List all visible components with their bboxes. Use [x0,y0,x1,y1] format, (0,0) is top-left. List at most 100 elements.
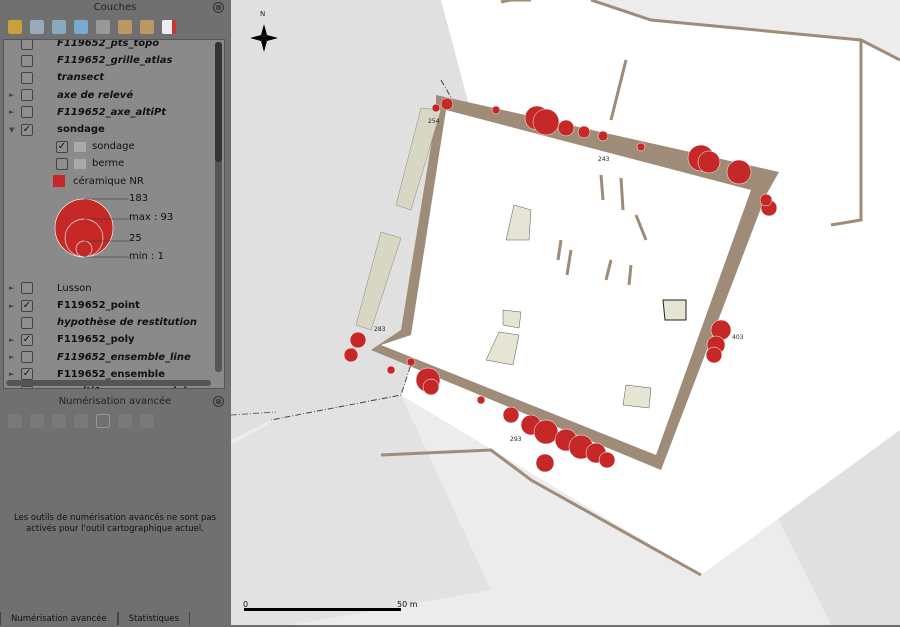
layer-item[interactable]: F119652_grille_atlas [9,52,172,69]
layer-type-icon [39,107,51,117]
legend-value: max : 93 [129,212,174,223]
layer-item[interactable]: ▼ ✓ sondage [9,121,105,138]
expand-arrow-icon[interactable]: ► [9,91,21,99]
layer-tree[interactable]: F119652_pts_topo F119652_grille_atlas tran… [3,39,225,389]
remove-layer-icon[interactable] [162,20,176,34]
layer-type-icon [74,141,86,152]
ceramic-point[interactable] [697,150,721,174]
layer-checkbox[interactable] [21,282,33,295]
tab-statistics[interactable]: Statistiques [117,612,190,625]
construction-icon[interactable] [118,414,132,428]
layer-checkbox[interactable]: ✓ [21,123,33,136]
ceramic-point[interactable] [533,419,559,445]
layer-item[interactable]: transect [9,69,104,86]
collapse-all-icon[interactable] [140,20,154,34]
eye-icon[interactable] [52,20,66,34]
ceramic-point[interactable] [491,105,501,115]
layer-checkbox[interactable]: ✓ [21,299,33,312]
ceramic-point[interactable] [598,451,616,469]
ceramic-point[interactable] [349,331,367,349]
layer-item[interactable]: ► Lusson [9,280,92,297]
legend-value: 183 [129,193,149,204]
layer-type-icon [39,387,51,389]
settings-icon[interactable] [140,414,154,428]
expand-arrow-icon[interactable]: ► [9,336,21,344]
layer-checkbox[interactable] [21,351,33,364]
ceramic-point[interactable] [759,193,773,207]
expand-arrow-icon[interactable]: ► [9,284,21,292]
map-canvas[interactable]: N 254 243 283 403 293 0 50 m [231,0,900,625]
layer-type-icon [39,40,51,49]
layer-item[interactable]: ► ✓ F119652_point [9,297,140,314]
ceramic-point[interactable] [422,378,440,396]
color-swatch [53,175,65,188]
ceramic-point[interactable] [597,130,609,142]
layer-checkbox[interactable] [21,54,33,67]
ceramic-point[interactable] [532,108,560,136]
expand-all-icon[interactable] [118,20,132,34]
expand-arrow-icon[interactable]: ► [9,370,21,378]
add-group-icon[interactable] [30,20,44,34]
ceramic-point[interactable] [476,395,486,405]
style-manager-icon[interactable] [8,20,22,34]
ceramic-point[interactable] [705,346,723,364]
ceramic-point[interactable] [557,119,575,137]
layer-checkbox[interactable]: ✓ [56,140,68,153]
expand-arrow-icon[interactable]: ► [9,388,21,389]
map-label: 254 [428,118,440,125]
ceramic-point[interactable] [502,406,520,424]
horizontal-scrollbar[interactable] [6,380,211,386]
expand-arrow-icon[interactable]: ▼ [9,126,21,134]
tab-advanced-digitizing[interactable]: Numérisation avancée [0,612,118,625]
layer-checkbox[interactable]: ✓ [21,368,33,381]
ceramic-point[interactable] [636,142,646,152]
size-legend: 183 max : 93 25 min : 1 [54,193,224,265]
layer-checkbox[interactable]: ✓ [21,333,33,346]
layer-checkbox[interactable] [21,316,33,329]
layer-type-icon [39,90,51,100]
ceramic-point[interactable] [386,365,396,375]
enable-digitizing-icon[interactable] [8,414,22,428]
parallel-icon[interactable] [30,414,44,428]
layer-checkbox[interactable] [21,89,33,102]
ceramic-point[interactable] [726,159,752,185]
expand-arrow-icon[interactable]: ► [9,353,21,361]
layer-item[interactable]: ✓ sondage [56,138,135,155]
ceramic-point[interactable] [535,453,555,473]
ceramic-point[interactable] [343,347,359,363]
layer-item[interactable]: F119652_pts_topo [9,40,159,52]
ceramic-point[interactable] [431,103,441,113]
layer-type-icon [74,158,86,169]
layer-item[interactable]: berme [56,155,124,172]
ceramic-point[interactable] [577,125,591,139]
legend-value: 25 [129,233,142,244]
layer-checkbox[interactable] [21,106,33,119]
layer-checkbox[interactable] [56,157,68,170]
layer-checkbox[interactable] [21,40,33,50]
layer-checkbox[interactable] [21,71,33,84]
ceramic-point[interactable] [440,97,454,111]
snapping-icon[interactable] [96,414,110,428]
layer-item[interactable]: ► F119652_ensemble_line [9,349,191,366]
perpendicular-icon[interactable] [52,414,66,428]
filter-icon[interactable] [74,20,88,34]
map-label: 403 [732,334,744,341]
layer-item[interactable]: ► F119652_axe_altiPt [9,104,166,121]
parcel-bottom-left [231,395,491,625]
vertical-scrollbar[interactable] [215,42,222,162]
expand-arrow-icon[interactable]: ► [9,302,21,310]
filter-expression-icon[interactable] [96,20,110,34]
layer-item[interactable]: céramique NR [53,173,144,190]
lock-angle-icon[interactable] [74,414,88,428]
close-icon[interactable]: ⊗ [213,396,224,407]
layer-type-icon [39,369,51,379]
ceramic-point[interactable] [406,357,416,367]
layer-type-icon [39,56,51,66]
layer-item[interactable]: hypothèse de restitution [9,314,197,331]
expand-arrow-icon[interactable]: ► [9,108,21,116]
layer-checkbox[interactable] [21,385,33,388]
layer-item[interactable]: ► ✓ F119652_poly [9,331,135,348]
layers-toolbar [0,16,230,38]
close-icon[interactable]: ⊗ [213,2,224,13]
layer-item[interactable]: ► axe de relevé [9,87,133,104]
